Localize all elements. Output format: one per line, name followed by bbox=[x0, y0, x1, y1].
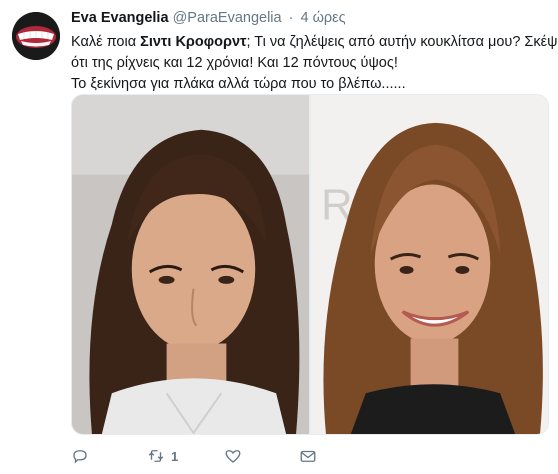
tweet-text-line-1-pre: Καλέ ποια bbox=[71, 34, 141, 50]
reply-icon bbox=[73, 450, 87, 464]
retweet-button[interactable]: 1 bbox=[147, 447, 178, 465]
tweet-text-line-2: ότι της ρίχνεις και 12 χρόνια! Και 12 πό… bbox=[71, 55, 398, 71]
tweet-text-line-1-post: ; Τι να ζηλέψεις από αυτήν κουκλίτσα μου… bbox=[246, 34, 558, 50]
tweet-text-line-1: Καλέ ποια Σιντι Κροφορντ; Τι να ζηλέψεις… bbox=[71, 32, 558, 53]
direct-message-button[interactable] bbox=[299, 447, 317, 465]
timestamp[interactable]: 4 ώρες bbox=[301, 10, 346, 26]
tweet-card[interactable]: Eva Evangelia @ParaEvangelia · 4 ώρες Κα… bbox=[0, 0, 558, 474]
envelope-icon bbox=[300, 450, 316, 462]
avatar[interactable] bbox=[12, 12, 60, 60]
heart-icon bbox=[225, 450, 241, 463]
tweet-text-bold-name: Σιντι Κροφορντ bbox=[140, 34, 247, 50]
photo-right[interactable]: RÉ bbox=[311, 95, 548, 434]
portrait-woman-brown-hair: RÉ bbox=[311, 95, 548, 434]
display-name[interactable]: Eva Evangelia bbox=[71, 10, 169, 26]
tweet-media[interactable]: RÉ bbox=[71, 94, 549, 435]
avatar-smile-icon bbox=[12, 12, 60, 60]
reply-button[interactable] bbox=[71, 447, 89, 465]
tweet-header: Eva Evangelia @ParaEvangelia · 4 ώρες bbox=[71, 10, 346, 26]
tweet-text: Καλέ ποια Σιντι Κροφορντ; Τι να ζηλέψεις… bbox=[71, 32, 558, 95]
like-button[interactable] bbox=[224, 447, 242, 465]
photo-left[interactable] bbox=[72, 95, 309, 434]
handle[interactable]: @ParaEvangelia bbox=[173, 10, 282, 26]
retweet-icon bbox=[148, 450, 164, 462]
tweet-text-line-3: Το ξεκίνησα για πλάκα αλλά τώρα που το β… bbox=[71, 76, 406, 92]
retweet-count: 1 bbox=[171, 448, 179, 464]
portrait-woman-dark-hair bbox=[72, 95, 309, 434]
separator-dot: · bbox=[288, 10, 294, 26]
tweet-actions: 1 bbox=[71, 444, 549, 468]
